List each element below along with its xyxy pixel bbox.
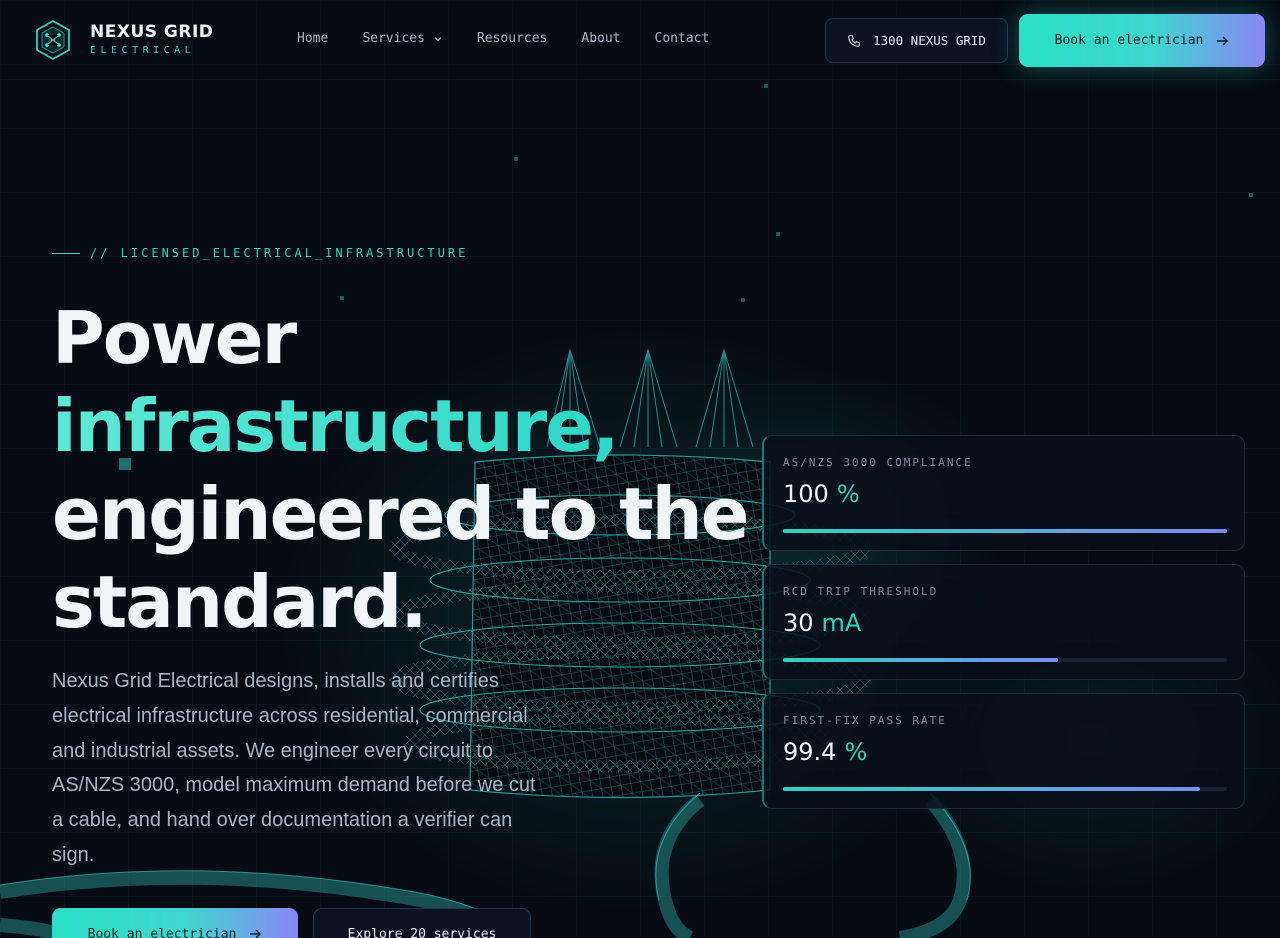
stat-progress-track — [783, 658, 1227, 662]
headline-line-1: Power — [52, 296, 297, 380]
headline-line-2: infrastructure, — [52, 382, 752, 470]
explore-services-label: Explore 20 services — [347, 926, 497, 938]
nav-resources-label: Resources — [476, 31, 548, 46]
stat-progress-fill — [783, 658, 1059, 662]
stat-card-compliance: AS/NZS 3000 COMPLIANCE 100% — [762, 435, 1245, 551]
nav-resources[interactable]: Resources — [477, 31, 547, 46]
hero-lead: Nexus Grid Electrical designs, installs … — [52, 670, 536, 866]
stat-progress-fill — [783, 787, 1201, 791]
particle — [776, 232, 780, 236]
nav-about-label: About — [581, 31, 621, 46]
nav-contact-label: Contact — [654, 31, 710, 46]
nav-home[interactable]: Home — [297, 31, 328, 46]
nav-home-label: Home — [297, 31, 329, 46]
hero-book-label: Book an electrician — [87, 926, 237, 938]
stat-progress-fill — [783, 529, 1227, 533]
stat-value: 30 — [783, 609, 814, 637]
hero-book-button[interactable]: Book an electrician — [52, 908, 298, 938]
headline-line-4: standard. — [52, 560, 428, 644]
particle — [764, 84, 768, 88]
hero-eyebrow: // LICENSED_ELECTRICAL_INFRASTRUCTURE — [52, 246, 468, 260]
main-nav: Home Services Resources About Contact — [297, 31, 709, 46]
stat-card-pass-rate: FIRST-FIX PASS RATE 99.4% — [762, 693, 1245, 809]
eyebrow-rule — [52, 252, 80, 254]
logo-hex-icon — [36, 19, 70, 61]
phone-icon — [848, 34, 860, 47]
book-electrician-button[interactable]: Book an electrician — [1019, 14, 1265, 67]
nav-contact[interactable]: Contact — [655, 31, 710, 46]
brand-logo[interactable]: NEXUS GRID ELECTRICAL — [34, 19, 213, 61]
stat-unit: % — [836, 480, 860, 508]
stat-unit: % — [844, 738, 868, 766]
phone-number: 1300 NEXUS GRID — [873, 33, 986, 48]
brand-name: NEXUS GRID — [90, 22, 214, 42]
phone-button[interactable]: 1300 NEXUS GRID — [825, 18, 1008, 63]
explore-services-button[interactable]: Explore 20 services — [313, 908, 531, 938]
particle — [514, 157, 518, 161]
site-header: NEXUS GRID ELECTRICAL Home Services Reso… — [0, 0, 1280, 80]
headline-line-3: engineered to the — [52, 472, 750, 556]
chevron-down-icon — [434, 36, 442, 41]
particle — [1249, 193, 1253, 197]
stat-progress-track — [783, 529, 1227, 533]
stat-label: AS/NZS 3000 COMPLIANCE — [783, 456, 973, 469]
nav-about[interactable]: About — [581, 31, 620, 46]
stat-unit: mA — [821, 609, 862, 637]
stat-card-rcd-threshold: RCD TRIP THRESHOLD 30 mA — [762, 564, 1245, 680]
stat-label: FIRST-FIX PASS RATE — [783, 714, 947, 727]
nav-services[interactable]: Services — [362, 31, 443, 46]
hero-headline: Power infrastructure, engineered to the … — [52, 294, 752, 646]
arrow-right-icon — [250, 929, 262, 938]
arrow-right-icon — [1217, 35, 1229, 46]
nav-services-label: Services — [362, 31, 425, 46]
eyebrow-text: // LICENSED_ELECTRICAL_INFRASTRUCTURE — [90, 246, 469, 260]
brand-subtitle: ELECTRICAL — [90, 45, 196, 56]
stat-value: 100 — [783, 480, 829, 508]
stat-progress-track — [783, 787, 1227, 791]
stat-label: RCD TRIP THRESHOLD — [783, 585, 939, 598]
book-electrician-label: Book an electrician — [1054, 33, 1204, 48]
stat-value: 99.4 — [783, 738, 837, 766]
